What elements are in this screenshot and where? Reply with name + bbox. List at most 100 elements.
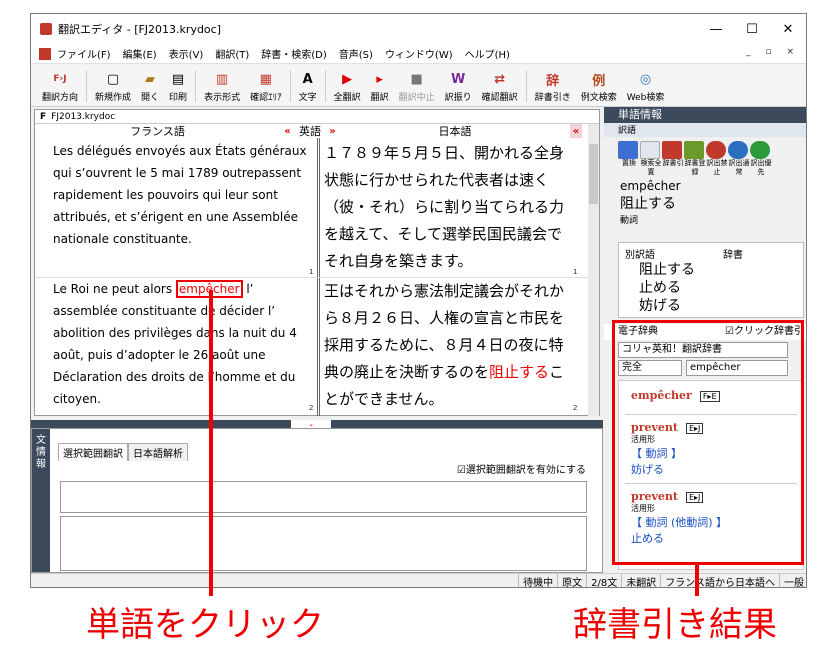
col-english: 英語 bbox=[299, 125, 321, 138]
print-button[interactable]: ▤ 印刷 bbox=[164, 66, 192, 106]
layout-button[interactable]: ▥ 表示形式 bbox=[199, 66, 245, 106]
back-translate-button[interactable]: ⇄ 確認翻訳 bbox=[477, 66, 523, 106]
sentence-info-tab[interactable]: 文情報 bbox=[32, 429, 50, 572]
menu-edit[interactable]: 編集(E) bbox=[117, 46, 163, 61]
open-button[interactable]: ▰ 開く bbox=[136, 66, 164, 106]
globe-icon: ◎ bbox=[639, 71, 652, 87]
collapse-left-arrow[interactable]: « bbox=[280, 124, 295, 138]
col-japanese: 日本語 bbox=[438, 125, 472, 138]
status-sentence: 2/8文 bbox=[586, 574, 621, 587]
app-icon bbox=[40, 23, 52, 35]
french-column[interactable]: Les délégués envoyés aux États généraux … bbox=[53, 140, 315, 410]
layout-icon: ▥ bbox=[215, 71, 229, 87]
status-field: 一般 bbox=[779, 574, 806, 587]
part-of-speech: 動詞 bbox=[620, 216, 639, 226]
status-source: 原文 bbox=[557, 574, 586, 587]
dictionary-icon[interactable] bbox=[662, 141, 682, 159]
direction-icon: F›J bbox=[53, 74, 67, 84]
interlinear-button[interactable]: W 訳振り bbox=[440, 66, 477, 106]
maximize-button[interactable]: ☐ bbox=[734, 14, 770, 44]
list-item[interactable]: 妨げる bbox=[619, 297, 803, 315]
callout-line bbox=[209, 290, 213, 596]
japanese-paragraph-1[interactable]: １７８９年５月５日、開かれる全身状態に行かせられた代表者は速く（彼・それ）らに割… bbox=[324, 140, 574, 278]
close-button[interactable]: ✕ bbox=[770, 14, 806, 44]
list-item[interactable]: 阻止する bbox=[619, 261, 803, 279]
menu-dictionary[interactable]: 辞書・検索(D) bbox=[255, 46, 333, 61]
document-tab[interactable]: F FJ2013.krydoc bbox=[35, 110, 599, 124]
dictionary-result-highlight bbox=[612, 320, 804, 565]
window-controls: — ☐ ✕ bbox=[698, 14, 806, 44]
menu-window[interactable]: ウィンドウ(W) bbox=[379, 46, 459, 61]
translation: 阻止する bbox=[620, 196, 676, 212]
caption-click-word: 単語をクリック bbox=[86, 605, 324, 645]
example-icon: 例 bbox=[592, 73, 606, 89]
word-info-subtitle: 訳語 bbox=[604, 123, 806, 137]
chevron-down-icon[interactable]: ⌄ bbox=[291, 420, 331, 428]
status-translated: 未翻訳 bbox=[621, 574, 660, 587]
menu-translate[interactable]: 翻訳(T) bbox=[209, 46, 255, 61]
font-button[interactable]: A 文字 bbox=[294, 66, 322, 106]
paragraph-number: 2 bbox=[573, 404, 578, 412]
paragraph-number: 2 bbox=[309, 404, 314, 412]
translate-button[interactable]: ▸ 翻訳 bbox=[366, 66, 394, 106]
menu-view[interactable]: 表示(V) bbox=[163, 46, 210, 61]
window-title: 翻訳エディタ - [FJ2013.krydoc] bbox=[58, 23, 221, 36]
font-icon: A bbox=[302, 71, 313, 87]
enable-selection-checkbox[interactable]: ☑選択範囲翻訳を有効にする bbox=[457, 461, 586, 476]
prohibit-icon[interactable] bbox=[706, 141, 726, 159]
menu-file[interactable]: ファイル(F) bbox=[51, 46, 117, 61]
stop-icon: ■ bbox=[410, 71, 423, 87]
document-scrollbar[interactable] bbox=[588, 124, 599, 416]
normal-icon[interactable] bbox=[728, 141, 748, 159]
register-icon[interactable] bbox=[684, 141, 704, 159]
paragraph-number: 1 bbox=[573, 268, 578, 276]
alt-header: 別訳語 bbox=[625, 250, 655, 261]
selection-result-box[interactable] bbox=[60, 516, 587, 571]
search-icon[interactable] bbox=[640, 141, 660, 159]
japanese-paragraph-2[interactable]: 王はそれから憲法制定議会がそれから８月２６日、人権の宣言と市民を採用するために、… bbox=[324, 278, 574, 413]
column-headers: フランス語 « 英語 » 日本語 « bbox=[35, 124, 590, 138]
pane-splitter[interactable]: ⌄ bbox=[31, 420, 603, 428]
translate-all-button[interactable]: ▶ 全翻訳 bbox=[329, 66, 366, 106]
alternatives-list: 別訳語 辞書 阻止する 止める 妨げる bbox=[618, 242, 804, 318]
list-item[interactable]: 止める bbox=[619, 279, 803, 297]
paragraph-number: 1 bbox=[309, 268, 314, 276]
tab-selection-translate[interactable]: 選択範囲翻訳 bbox=[58, 443, 128, 461]
play-icon: ▶ bbox=[342, 71, 353, 87]
interlinear-icon: W bbox=[450, 71, 466, 87]
menu-help[interactable]: ヘルプ(H) bbox=[459, 46, 516, 61]
web-search-button[interactable]: ◎ Web検索 bbox=[622, 66, 670, 106]
french-paragraph-1[interactable]: Les délégués envoyés aux États généraux … bbox=[53, 140, 315, 278]
scroll-thumb[interactable] bbox=[589, 144, 598, 204]
toolbar: F›J 翻訳方向 ▢ 新規作成 ▰ 開く ▤ 印刷 ▥ 表示形式 ▦ 確認ｴﾘｱ A 文字 ▶… bbox=[31, 65, 806, 107]
status-direction: フランス語から日本語へ bbox=[660, 574, 779, 587]
stop-button[interactable]: ■ 翻訳中止 bbox=[394, 66, 440, 106]
check-area-button[interactable]: ▦ 確認ｴﾘｱ bbox=[245, 66, 287, 106]
caption-dictionary-result: 辞書引き結果 bbox=[573, 605, 777, 645]
tab-japanese-analysis[interactable]: 日本語解析 bbox=[128, 443, 188, 461]
direction-button[interactable]: F›J 翻訳方向 bbox=[37, 66, 83, 106]
mdi-controls[interactable]: _ ▫ × bbox=[746, 47, 800, 57]
minimize-button[interactable]: — bbox=[698, 14, 734, 44]
headword: empêcher bbox=[620, 179, 681, 193]
menu-speech[interactable]: 音声(S) bbox=[333, 46, 379, 61]
paragraph-separator bbox=[35, 277, 590, 278]
selection-source-box[interactable] bbox=[60, 481, 587, 513]
priority-icon[interactable] bbox=[750, 141, 770, 159]
translate-icon: ▸ bbox=[376, 71, 383, 87]
folder-icon: ▰ bbox=[145, 71, 156, 87]
document-icon bbox=[39, 47, 51, 60]
col-french: フランス語 bbox=[130, 125, 185, 138]
collapse-arrow[interactable]: « bbox=[570, 124, 582, 138]
example-search-button[interactable]: 例例文検索 bbox=[576, 66, 622, 106]
new-button[interactable]: ▢ 新規作成 bbox=[90, 66, 136, 106]
printer-icon: ▤ bbox=[171, 71, 185, 87]
word-info-title: 単語情報 bbox=[604, 107, 806, 123]
bottom-tabs: 選択範囲翻訳 日本語解析 bbox=[58, 443, 188, 461]
tool-labels: 置換 検索全置 辞書引 辞書登録 訳出禁止 訳出通常 訳出優先 bbox=[622, 159, 772, 176]
french-paragraph-2[interactable]: Le Roi ne peut alors empêcher l’ assembl… bbox=[53, 278, 315, 410]
dictionary-lookup-button[interactable]: 辞辞書引き bbox=[530, 66, 576, 106]
dict-header: 辞書 bbox=[723, 250, 743, 261]
expand-right-arrow[interactable]: » bbox=[325, 124, 340, 138]
replace-icon[interactable] bbox=[618, 141, 638, 159]
